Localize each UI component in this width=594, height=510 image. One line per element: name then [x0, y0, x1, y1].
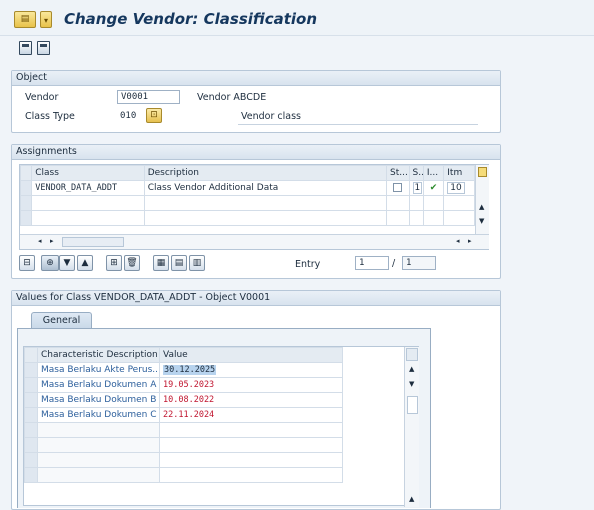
characteristic-cell[interactable]: Masa Berlaku Dokumen B [37, 392, 160, 408]
s-cell: 1 [408, 180, 424, 196]
table-header-row: Characteristic Description Value [24, 347, 343, 363]
table-row[interactable]: Masa Berlaku Akte Perus.. 30.12.2025 [24, 362, 343, 378]
class-type-label: Class Type [25, 111, 75, 122]
itm-value[interactable]: 10 [447, 182, 465, 194]
select-all-button[interactable]: ▦ [153, 255, 169, 271]
class-type-text: Vendor class [241, 111, 301, 122]
find-button[interactable]: ⊕ [41, 255, 59, 271]
table-row [19, 195, 475, 211]
table-header-row: Class Description St... S.. I... Itm [19, 165, 475, 181]
values-table-frame: Characteristic Description Value Masa Be… [23, 346, 419, 507]
assignments-table: Class Description St... S.. I... Itm VEN… [19, 165, 475, 226]
vertical-scrollbar[interactable]: ▲ ▼ ▲ [404, 347, 419, 507]
vendor-field[interactable]: V0001 [117, 90, 180, 104]
table-row[interactable]: Masa Berlaku Dokumen B 10.08.2022 [24, 392, 343, 408]
description-cell: Class Vendor Additional Data [143, 180, 388, 196]
scroll-down-icon[interactable]: ▼ [409, 380, 414, 388]
scrollbar-corner [406, 348, 418, 361]
menu-icon[interactable]: ▤ [14, 11, 36, 28]
col-value[interactable]: Value [159, 347, 343, 363]
value-help-icon[interactable]: ⊡ [146, 108, 162, 123]
insert-row-button[interactable]: ⊞ [106, 255, 122, 271]
value-cell[interactable]: 10.08.2022 [159, 392, 343, 408]
row-selector[interactable] [19, 180, 33, 196]
delete-row-button[interactable]: 🗑 [124, 255, 140, 271]
object-group-heading: Object [12, 71, 500, 86]
scroll-thumb[interactable] [407, 396, 418, 414]
assignments-heading: Assignments [12, 145, 500, 160]
vendor-name: Vendor ABCDE [197, 92, 267, 103]
col-description[interactable]: Description [143, 165, 388, 181]
row-selector[interactable] [24, 362, 38, 378]
col-class[interactable]: Class [31, 165, 145, 181]
assignments-table-frame: Class Description St... S.. I... Itm VEN… [19, 164, 489, 250]
page-title: Change Vendor: Classification [64, 10, 318, 28]
status-cell[interactable] [386, 180, 410, 196]
row-selector[interactable] [24, 377, 38, 393]
scroll-up-bottom-icon[interactable]: ▲ [409, 495, 414, 503]
scroll-up-icon[interactable]: ▲ [479, 203, 484, 211]
scroll-right-end-icon[interactable]: ▸ [468, 237, 472, 245]
class-type-value: 010 [120, 111, 137, 121]
characteristic-cell[interactable]: Masa Berlaku Dokumen A [37, 377, 160, 393]
entry-label: Entry [295, 259, 321, 270]
table-row[interactable]: Masa Berlaku Dokumen A 19.05.2023 [24, 377, 343, 393]
scroll-left-end-icon[interactable]: ◂ [456, 237, 460, 245]
tab-general[interactable]: General [31, 312, 92, 329]
table-row [19, 210, 475, 226]
layout-icon[interactable] [478, 167, 487, 177]
values-heading: Values for Class VENDOR_DATA_ADDT - Obje… [12, 291, 500, 306]
horizontal-scrollbar[interactable]: ◂ ▸ ◂ ▸ [20, 234, 489, 249]
entry-separator: / [392, 258, 396, 269]
values-table: Characteristic Description Value Masa Be… [24, 347, 343, 483]
select-all-cell[interactable] [19, 165, 33, 181]
scroll-left-icon[interactable]: ◂ [38, 237, 42, 245]
characteristic-cell[interactable]: Masa Berlaku Dokumen C [37, 407, 160, 423]
row-selector[interactable] [24, 407, 38, 423]
entry-input[interactable]: 1 [355, 256, 389, 270]
select-block-button[interactable]: ▤ [171, 255, 187, 271]
col-i[interactable]: I... [422, 165, 445, 181]
save-icon[interactable] [19, 41, 32, 55]
row-selector[interactable] [24, 392, 38, 408]
scroll-down-icon[interactable]: ▼ [479, 217, 484, 225]
save-as-icon[interactable] [37, 41, 50, 55]
table-row [24, 467, 343, 483]
entry-total: 1 [402, 256, 436, 270]
col-characteristic[interactable]: Characteristic Description [37, 347, 160, 363]
value-selected-text[interactable]: 30.12.2025 [163, 365, 217, 375]
col-s[interactable]: S.. [408, 165, 424, 181]
characteristic-cell[interactable]: Masa Berlaku Akte Perus.. [37, 362, 160, 378]
deselect-all-button[interactable]: ▥ [189, 255, 205, 271]
vertical-scrollbar[interactable]: ▲ ▼ [475, 165, 489, 234]
vendor-label: Vendor [25, 92, 59, 103]
value-cell[interactable]: 22.11.2024 [159, 407, 343, 423]
table-row [24, 422, 343, 438]
itm-cell: 10 [443, 180, 475, 196]
menu-dropdown-icon[interactable]: ▾ [40, 11, 52, 28]
separator-line [238, 124, 478, 125]
details-button[interactable]: ⊟ [19, 255, 35, 271]
value-cell[interactable]: 19.05.2023 [159, 377, 343, 393]
col-itm[interactable]: Itm [443, 165, 475, 181]
table-row [24, 437, 343, 453]
table-row [24, 452, 343, 468]
scroll-thumb[interactable] [62, 237, 124, 247]
status-checkbox[interactable] [393, 183, 403, 192]
s-value[interactable]: 1 [412, 182, 423, 194]
class-cell: VENDOR_DATA_ADDT [31, 180, 145, 196]
table-row[interactable]: VENDOR_DATA_ADDT Class Vendor Additional… [19, 180, 475, 196]
scroll-up-icon[interactable]: ▲ [409, 365, 414, 373]
check-icon: ✔ [422, 180, 445, 196]
select-all-cell[interactable] [24, 347, 38, 363]
value-cell[interactable]: 30.12.2025 [159, 362, 343, 378]
table-row[interactable]: Masa Berlaku Dokumen C 22.11.2024 [24, 407, 343, 423]
scroll-right-icon[interactable]: ▸ [50, 237, 54, 245]
sort-up-button[interactable]: ▲ [77, 255, 93, 271]
col-status[interactable]: St... [386, 165, 410, 181]
sort-down-button[interactable]: ▼ [59, 255, 75, 271]
toolbar [0, 37, 594, 61]
